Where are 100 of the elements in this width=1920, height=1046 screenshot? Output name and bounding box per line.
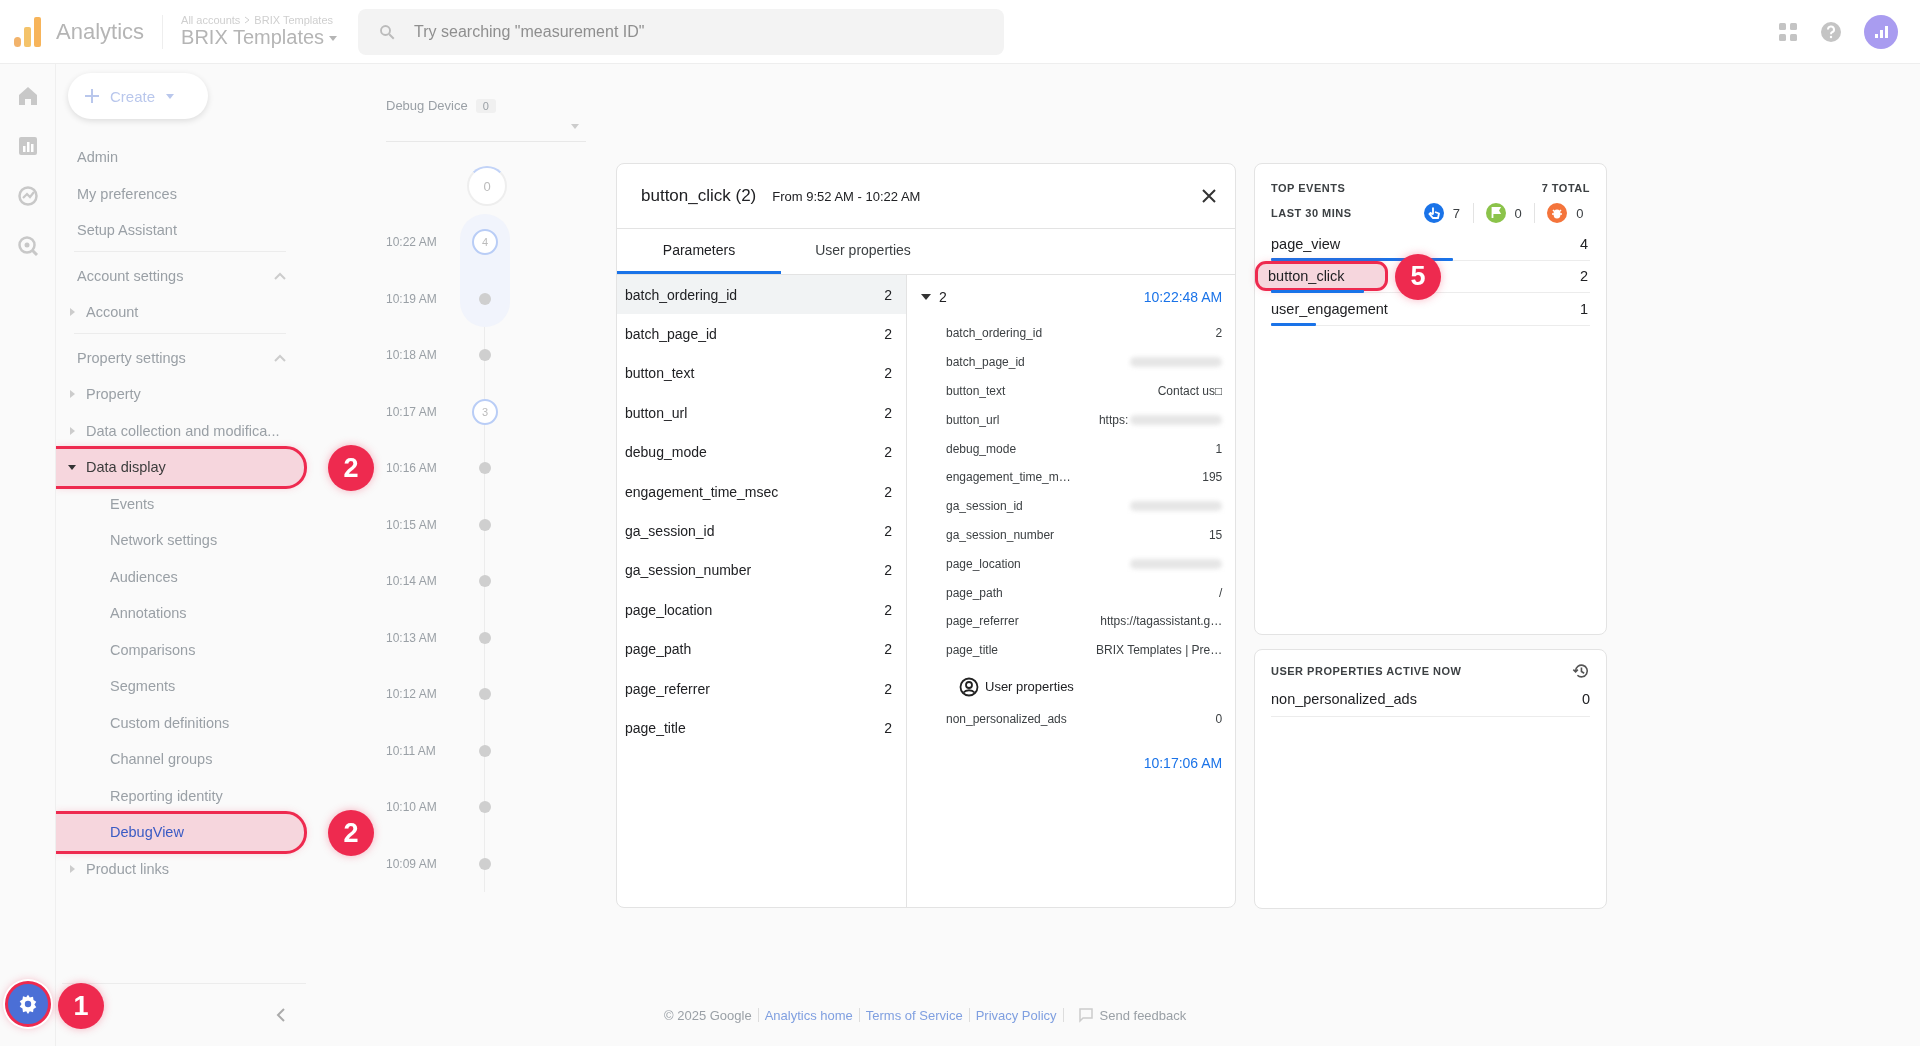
menu-item[interactable]: Setup Assistant	[56, 212, 300, 249]
expand-toggle[interactable]	[921, 292, 931, 302]
parameter-name: engagement_time_m…	[946, 470, 1072, 485]
parameter-row[interactable]: page_path 2	[617, 629, 906, 669]
event-name[interactable]: button_click	[1258, 264, 1385, 289]
event-count: 2	[1579, 268, 1588, 285]
parameter-value: 1	[1215, 441, 1223, 456]
timeline-dot[interactable]	[479, 292, 491, 305]
help-button[interactable]	[1820, 20, 1842, 43]
timeline-dot[interactable]	[479, 462, 491, 475]
settings-button[interactable]	[4, 981, 51, 1027]
target-search-button[interactable]	[15, 234, 40, 258]
parameter-value: BRIX Templates | Pre…	[1096, 643, 1223, 658]
history-button[interactable]	[1572, 662, 1590, 680]
timeline-time: 10:13 AM	[386, 630, 438, 645]
timeline-dot[interactable]	[479, 575, 491, 588]
parameter-name: ga_session_id	[946, 499, 1024, 514]
menu-item[interactable]: Audiences	[56, 558, 300, 595]
parameter-name: button_url	[946, 412, 1001, 427]
parameter-row[interactable]: page_referrer 2	[617, 668, 906, 709]
timeline-dot[interactable]	[479, 744, 491, 757]
footer-link[interactable]: Terms of Service	[865, 1007, 963, 1023]
tab[interactable]: User properties	[781, 229, 945, 274]
gauge-button[interactable]	[15, 184, 40, 208]
chevron-left-icon	[276, 1007, 286, 1023]
menu-item[interactable]: Account	[56, 294, 300, 331]
menu-item[interactable]: Annotations	[56, 595, 300, 632]
footer-link[interactable]: Analytics home	[764, 1007, 853, 1023]
timeline-dot[interactable]	[479, 688, 491, 701]
panel-title: button_click (2)	[641, 186, 757, 206]
timeline-time: 10:17 AM	[386, 404, 438, 419]
plus-icon	[84, 88, 100, 104]
event-count: 4	[1579, 235, 1588, 252]
parameter-row[interactable]: debug_mode 2	[617, 432, 906, 472]
parameter-row[interactable]: button_url 2	[617, 393, 906, 433]
parameter-value: 2	[1215, 326, 1223, 341]
timeline-dot[interactable]	[479, 631, 491, 644]
parameter-row[interactable]: button_text 2	[617, 353, 906, 394]
search-field[interactable]: Try searching "measurement ID"	[358, 8, 1005, 55]
caret-icon	[68, 390, 76, 399]
feedback-icon	[1077, 1007, 1094, 1023]
parameter-name: page_location	[946, 556, 1022, 571]
menu-item[interactable]: Admin	[56, 139, 300, 176]
timeline-dot[interactable]	[479, 801, 491, 814]
menu-item[interactable]: Channel groups	[56, 741, 300, 778]
parameter-row[interactable]: engagement_time_msec 2	[617, 471, 906, 512]
parameter-value: /	[1218, 585, 1223, 600]
menu-item[interactable]: Segments	[56, 668, 300, 705]
parameter-count: 2	[884, 641, 892, 658]
caret-icon	[165, 91, 176, 101]
timeline-time: 10:22 AM	[386, 235, 438, 250]
menu-item[interactable]: Network settings	[56, 522, 300, 559]
card-title: USER PROPERTIES ACTIVE NOW	[1271, 665, 1462, 677]
timeline-dot[interactable]	[479, 518, 491, 531]
parameter-row[interactable]: page_location 2	[617, 590, 906, 630]
feedback-button[interactable]: Send feedback	[1077, 1007, 1187, 1023]
apps-button[interactable]	[1778, 21, 1798, 42]
close-button[interactable]	[1201, 188, 1217, 204]
event-marker[interactable]: 4	[472, 229, 498, 256]
timeline-dot[interactable]	[479, 857, 491, 870]
footer-link[interactable]: Privacy Policy	[975, 1007, 1057, 1023]
section-header[interactable]: Account settings	[56, 257, 300, 294]
flag-icon	[1485, 203, 1506, 223]
parameter-count: 2	[884, 404, 892, 421]
analytics-logo	[14, 16, 42, 47]
bar-chart-icon	[1873, 23, 1889, 40]
parameter-row[interactable]: batch_ordering_id 2	[617, 275, 906, 315]
parameter-row[interactable]: batch_page_id 2	[617, 314, 906, 354]
chevron-up-icon	[274, 353, 286, 362]
timeline-dot[interactable]	[479, 349, 491, 362]
menu-item[interactable]: Custom definitions	[56, 704, 300, 741]
parameter-name: page_title	[625, 720, 686, 736]
timeline-time: 10:15 AM	[386, 517, 438, 532]
device-count: 0	[475, 98, 496, 113]
collapse-button[interactable]	[276, 1007, 286, 1023]
parameter-name: button_url	[625, 404, 688, 421]
menu-item[interactable]: My preferences	[56, 175, 300, 212]
create-button[interactable]: Create	[68, 73, 208, 119]
section-heading: User properties	[985, 679, 1074, 695]
event-marker[interactable]: 3	[472, 398, 498, 425]
caret-icon	[68, 463, 76, 472]
parameter-count: 2	[884, 286, 892, 303]
parameter-count: 2	[884, 444, 892, 461]
counter-value: 0	[1576, 205, 1584, 221]
property-selector[interactable]: BRIX Templates	[181, 26, 339, 49]
event-name[interactable]: page_view	[1271, 231, 1341, 256]
apps-icon	[1778, 21, 1798, 42]
history-icon	[1572, 662, 1590, 680]
user-circle-icon	[959, 676, 979, 697]
parameter-row[interactable]: ga_session_number 2	[617, 550, 906, 591]
menu-item[interactable]: Comparisons	[56, 631, 300, 668]
parameter-count: 2	[884, 601, 892, 618]
parameter-name: button_text	[625, 365, 695, 382]
parameter-row[interactable]: page_title 2	[617, 708, 906, 748]
section-header[interactable]: Property settings	[56, 339, 300, 376]
chevron-right-icon	[243, 16, 252, 24]
account-avatar[interactable]	[1864, 14, 1898, 49]
menu-item[interactable]: Property	[56, 376, 300, 413]
event-name[interactable]: user_engagement	[1271, 296, 1388, 321]
parameter-row[interactable]: ga_session_id 2	[617, 511, 906, 551]
